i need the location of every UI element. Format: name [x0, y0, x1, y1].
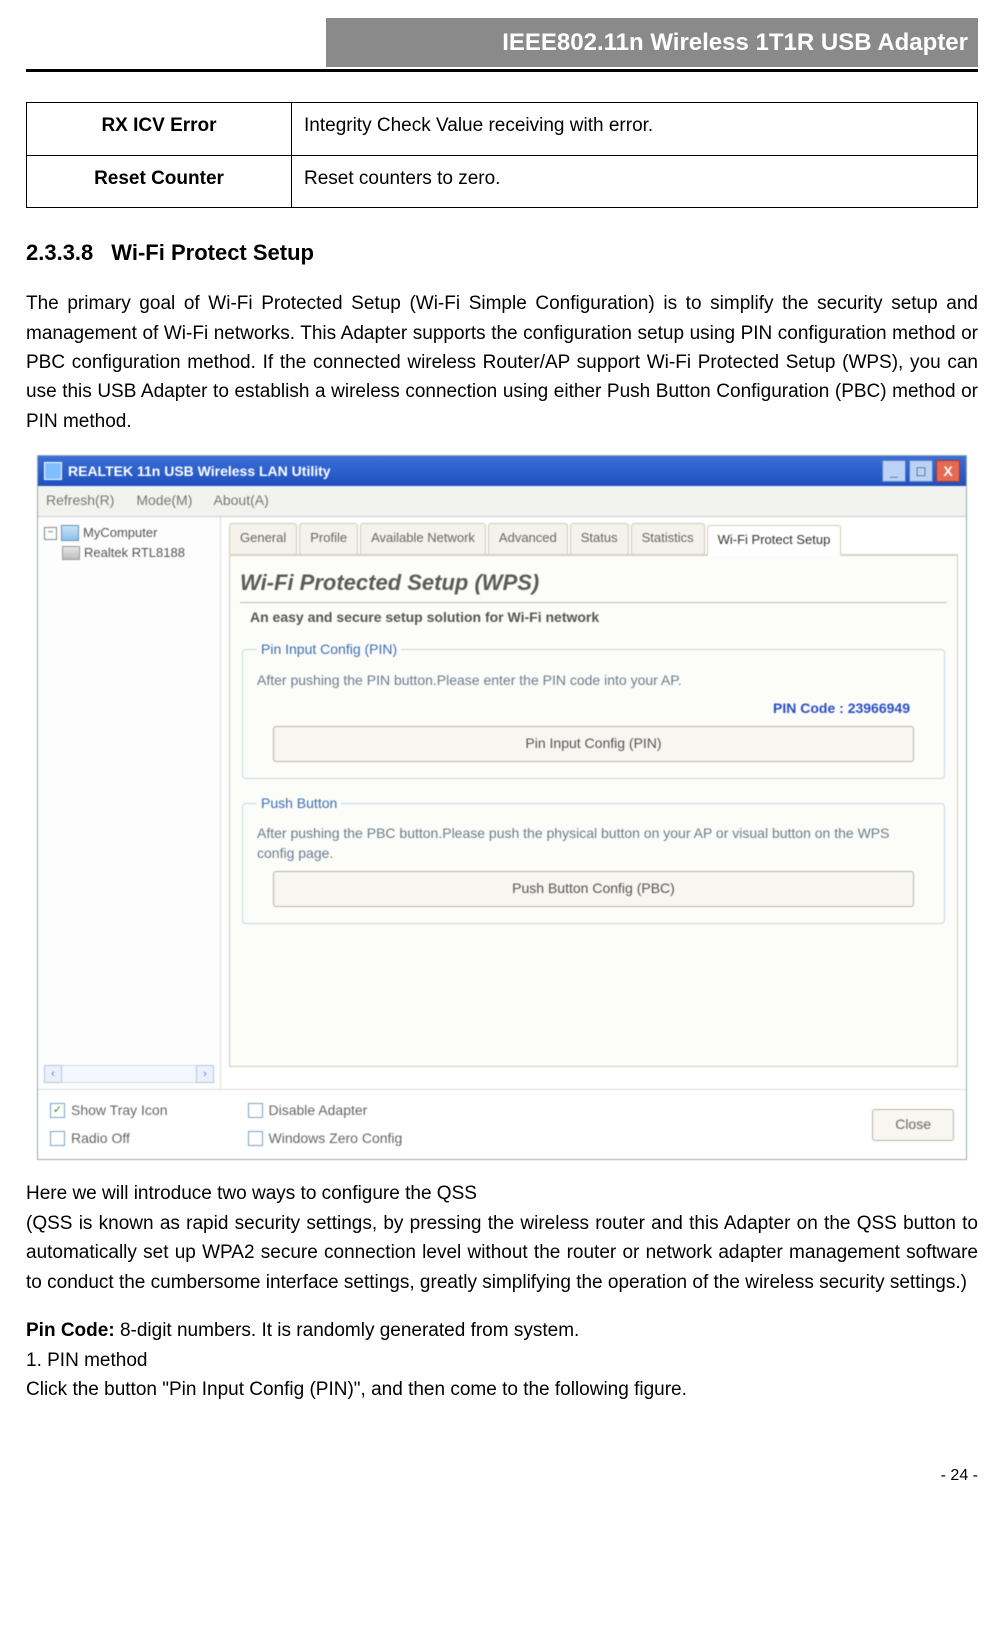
tab-advanced[interactable]: Advanced: [488, 523, 568, 554]
menu-about[interactable]: About(A): [214, 492, 269, 508]
show-tray-icon-checkbox[interactable]: ✓ Show Tray Icon: [50, 1100, 168, 1122]
checkbox-checked-icon: ✓: [50, 1103, 65, 1118]
window-title: REALTEK 11n USB Wireless LAN Utility: [68, 461, 331, 483]
pbc-group-desc: After pushing the PBC button.Please push…: [257, 824, 930, 863]
tab-available-network[interactable]: Available Network: [360, 523, 486, 554]
section-title: Wi-Fi Protect Setup: [111, 240, 314, 265]
device-tree: − MyComputer Realtek RTL8188 ‹ ›: [38, 517, 221, 1089]
section-heading: 2.3.3.8 Wi-Fi Protect Setup: [26, 236, 978, 270]
tab-general[interactable]: General: [229, 523, 297, 554]
wps-subheading: An easy and secure setup solution for Wi…: [250, 607, 947, 629]
table-row: Reset Counter Reset counters to zero.: [27, 155, 978, 207]
computer-icon: [61, 525, 79, 541]
radio-off-checkbox[interactable]: Radio Off: [50, 1128, 168, 1150]
desc-cell: Reset counters to zero.: [292, 155, 978, 207]
disable-adapter-label: Disable Adapter: [269, 1100, 368, 1122]
doc-header-title: IEEE802.11n Wireless 1T1R USB Adapter: [326, 18, 978, 67]
scroll-right-arrow-icon[interactable]: ›: [196, 1065, 214, 1083]
desc-cell: Integrity Check Value receiving with err…: [292, 103, 978, 155]
tab-status[interactable]: Status: [570, 523, 629, 554]
menu-mode[interactable]: Mode(M): [136, 492, 192, 508]
paragraph: Pin Code: 8-digit numbers. It is randoml…: [26, 1316, 978, 1345]
tree-child-label: Realtek RTL8188: [84, 543, 185, 563]
menu-refresh[interactable]: Refresh(R): [46, 492, 114, 508]
header-rule: [26, 69, 978, 72]
push-button-group: Push Button After pushing the PBC button…: [242, 793, 945, 925]
list-item: 1. PIN method: [26, 1346, 978, 1375]
close-button[interactable]: Close: [872, 1109, 954, 1141]
table-row: RX ICV Error Integrity Check Value recei…: [27, 103, 978, 155]
show-tray-label: Show Tray Icon: [71, 1100, 168, 1122]
scroll-track[interactable]: [62, 1065, 196, 1083]
collapse-icon[interactable]: −: [44, 527, 57, 540]
radio-off-label: Radio Off: [71, 1128, 130, 1150]
checkbox-unchecked-icon: [248, 1103, 263, 1118]
scroll-left-arrow-icon[interactable]: ‹: [44, 1065, 62, 1083]
term-cell: RX ICV Error: [27, 103, 292, 155]
wps-heading: Wi-Fi Protected Setup (WPS): [240, 566, 947, 603]
app-screenshot: REALTEK 11n USB Wireless LAN Utility _ □…: [37, 455, 967, 1160]
pin-group-legend: Pin Input Config (PIN): [257, 639, 401, 661]
tree-horizontal-scrollbar[interactable]: ‹ ›: [44, 1065, 214, 1083]
section-number: 2.3.3.8: [26, 236, 93, 270]
windows-zero-config-checkbox[interactable]: Windows Zero Config: [248, 1128, 403, 1150]
tree-root-label: MyComputer: [83, 523, 157, 543]
paragraph: (QSS is known as rapid security settings…: [26, 1209, 978, 1297]
menubar: Refresh(R) Mode(M) About(A): [38, 486, 966, 517]
pin-group-desc: After pushing the PIN button.Please ente…: [257, 671, 930, 691]
pin-config-group: Pin Input Config (PIN) After pushing the…: [242, 639, 945, 779]
window-close-button[interactable]: X: [936, 460, 960, 482]
paragraph: Here we will introduce two ways to confi…: [26, 1179, 978, 1208]
tree-child-node[interactable]: Realtek RTL8188: [62, 543, 214, 563]
maximize-button[interactable]: □: [909, 460, 933, 482]
pbc-group-legend: Push Button: [257, 793, 341, 815]
tree-root-node[interactable]: − MyComputer: [44, 523, 214, 543]
pin-code-label: Pin Code:: [26, 1320, 115, 1341]
pin-input-config-button[interactable]: Pin Input Config (PIN): [273, 726, 914, 762]
definitions-table: RX ICV Error Integrity Check Value recei…: [26, 102, 978, 208]
paragraph: Click the button "Pin Input Config (PIN)…: [26, 1375, 978, 1404]
push-button-config-button[interactable]: Push Button Config (PBC): [273, 871, 914, 907]
tab-wifi-protect-setup[interactable]: Wi-Fi Protect Setup: [707, 525, 842, 556]
tab-statistics[interactable]: Statistics: [631, 523, 705, 554]
checkbox-unchecked-icon: [50, 1131, 65, 1146]
pin-code-desc: 8-digit numbers. It is randomly generate…: [115, 1320, 580, 1341]
checkbox-unchecked-icon: [248, 1131, 263, 1146]
disable-adapter-checkbox[interactable]: Disable Adapter: [248, 1100, 403, 1122]
app-footer: ✓ Show Tray Icon Radio Off Disable Adapte…: [38, 1089, 966, 1159]
pin-code-value: PIN Code : 23966949: [257, 698, 930, 720]
adapter-icon: [62, 546, 80, 560]
app-icon: [44, 462, 62, 480]
tab-strip: General Profile Available Network Advanc…: [229, 523, 958, 556]
page-number: - 24 -: [26, 1464, 978, 1489]
term-cell: Reset Counter: [27, 155, 292, 207]
wps-panel: Wi-Fi Protected Setup (WPS) An easy and …: [229, 556, 958, 1067]
tab-profile[interactable]: Profile: [299, 523, 358, 554]
paragraph: The primary goal of Wi-Fi Protected Setu…: [26, 289, 978, 436]
window-titlebar: REALTEK 11n USB Wireless LAN Utility _ □…: [38, 456, 966, 486]
win-zero-label: Windows Zero Config: [269, 1128, 403, 1150]
minimize-button[interactable]: _: [882, 460, 906, 482]
